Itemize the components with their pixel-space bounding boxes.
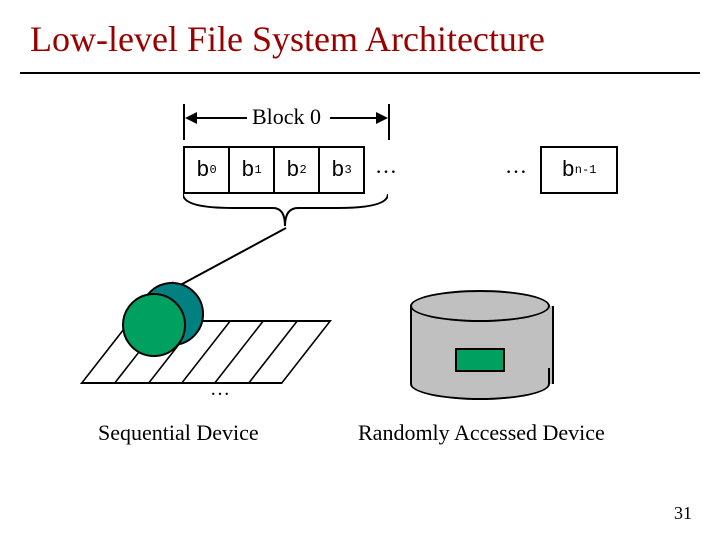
tape-dots: … — [210, 378, 230, 401]
block-line-left — [195, 117, 247, 119]
slide-number: 31 — [674, 503, 692, 524]
cell-bn: bn-1 — [540, 146, 618, 194]
disk-block-icon — [455, 348, 505, 372]
cell-b2: b2 — [275, 148, 320, 192]
arrow-right-icon — [376, 112, 388, 124]
slide: Low-level File System Architecture Block… — [0, 0, 720, 540]
dots-2: … — [505, 153, 527, 179]
block-tick-right — [388, 104, 390, 140]
slide-title: Low-level File System Architecture — [30, 18, 545, 60]
cell-b1: b1 — [230, 148, 275, 192]
block-label: Block 0 — [252, 104, 321, 130]
block-row: b0 b1 b2 b3 — [183, 146, 365, 194]
random-label: Randomly Accessed Device — [358, 420, 605, 446]
disk-icon — [410, 290, 550, 400]
block-line-right — [330, 117, 378, 119]
title-rule — [20, 72, 700, 74]
reel-front-icon — [122, 293, 186, 357]
cell-b3: b3 — [320, 148, 365, 192]
sequential-label: Sequential Device — [98, 420, 259, 446]
dots-1: … — [375, 153, 397, 179]
cell-b0: b0 — [185, 148, 230, 192]
